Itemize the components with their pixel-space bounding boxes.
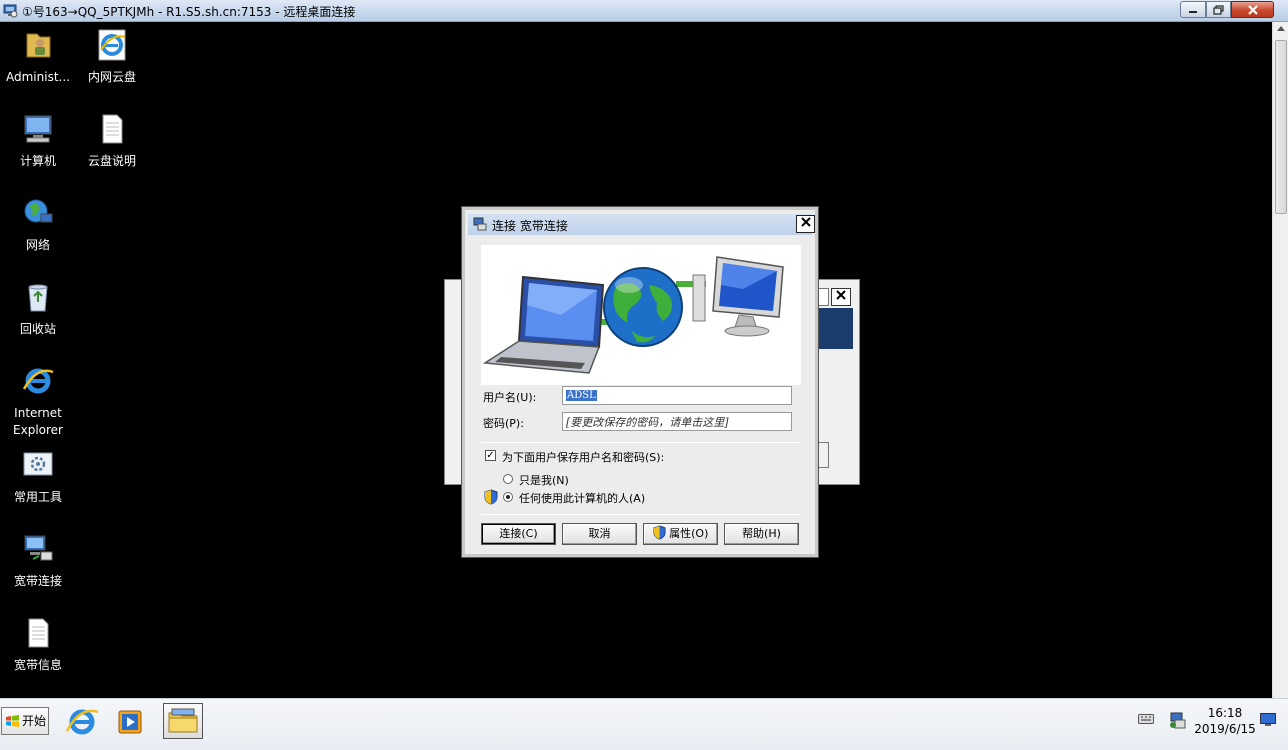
laptop-globe-computer-illustration bbox=[482, 256, 784, 374]
divider bbox=[481, 514, 801, 515]
text-file-icon bbox=[102, 114, 123, 144]
broadband-connection-icon bbox=[24, 535, 53, 561]
laptop-icon bbox=[482, 275, 605, 374]
uac-shield-icon bbox=[653, 525, 666, 540]
desktop-icon-broadband-connection[interactable]: 宽带连接 bbox=[0, 532, 76, 590]
radio-anyone-label: 任何使用此计算机的人(A) bbox=[519, 492, 646, 505]
username-input[interactable]: ADSL bbox=[562, 386, 792, 405]
desktop-icon-broadband-info[interactable]: 宽带信息 bbox=[0, 616, 76, 674]
dialog-title: 连接 宽带连接 bbox=[492, 219, 568, 233]
ie-shortcut-icon bbox=[98, 29, 126, 61]
tools-icon bbox=[23, 452, 53, 476]
taskbar-internet-explorer[interactable] bbox=[62, 703, 102, 739]
scroll-up-arrow-icon[interactable] bbox=[1277, 26, 1285, 31]
window-title: ①号163→QQ_5PTKJMh - R1.S5.sh.cn:7153 - 远程… bbox=[22, 5, 356, 19]
password-label: 密码(P): bbox=[483, 417, 524, 430]
clock-time: 16:18 bbox=[1207, 706, 1243, 720]
restore-icon bbox=[1212, 4, 1224, 15]
media-player-icon bbox=[118, 710, 142, 734]
save-credentials-label: 为下面用户保存用户名和密码(S): bbox=[502, 451, 665, 464]
connect-broadband-dialog: 连接 宽带连接 用户名(U): ADSL 密码(P): [要更改保存的密码，请单… bbox=[461, 206, 819, 558]
remote-desktop-screen: ①号163→QQ_5PTKJMh - R1.S5.sh.cn:7153 - 远程… bbox=[0, 0, 1288, 750]
rdp-window-titlebar[interactable]: ①号163→QQ_5PTKJMh - R1.S5.sh.cn:7153 - 远程… bbox=[0, 0, 1288, 22]
user-folder-icon bbox=[26, 33, 51, 58]
start-button[interactable]: 开始 bbox=[1, 707, 49, 735]
properties-button[interactable]: 属性(O) bbox=[643, 523, 718, 545]
desktop-computer-icon bbox=[692, 256, 784, 337]
desktop-icon-common-tools[interactable]: 常用工具 bbox=[0, 448, 76, 506]
taskbar-file-explorer[interactable] bbox=[163, 703, 203, 739]
help-button[interactable]: 帮助(H) bbox=[724, 523, 799, 545]
background-dialog-banner bbox=[815, 308, 853, 349]
connect-button[interactable]: 连接(C) bbox=[481, 523, 556, 545]
username-value: ADSL bbox=[566, 390, 597, 401]
minimize-icon bbox=[1189, 10, 1197, 13]
close-icon bbox=[836, 290, 846, 300]
keyboard-icon[interactable] bbox=[1138, 713, 1154, 725]
desktop-icon-administrator[interactable]: Administ... bbox=[0, 28, 76, 86]
uac-shield-icon bbox=[484, 489, 498, 505]
cancel-button[interactable]: 取消 bbox=[562, 523, 637, 545]
monitor-icon[interactable] bbox=[1260, 713, 1276, 727]
text-file-icon bbox=[28, 618, 49, 648]
taskbar-media-player[interactable] bbox=[110, 703, 150, 739]
vertical-scrollbar[interactable] bbox=[1272, 22, 1288, 698]
globe-icon bbox=[603, 267, 683, 347]
minimize-button[interactable] bbox=[1180, 1, 1206, 18]
close-button[interactable] bbox=[1231, 1, 1274, 18]
desktop-icon-internet-explorer[interactable]: Internet Explorer bbox=[0, 364, 76, 439]
dialog-titlebar[interactable]: 连接 宽带连接 bbox=[468, 214, 815, 235]
maximize-button[interactable] bbox=[1206, 1, 1231, 18]
desktop-icon-cloud-readme[interactable]: 云盘说明 bbox=[74, 112, 150, 170]
desktop-icon-network[interactable]: 网络 bbox=[0, 196, 76, 254]
close-icon bbox=[800, 217, 811, 227]
radio-anyone[interactable] bbox=[503, 492, 513, 502]
network-globe-icon bbox=[24, 199, 53, 223]
clock-date: 2019/6/15 bbox=[1194, 722, 1256, 736]
desktop-icon-computer[interactable]: 计算机 bbox=[0, 112, 76, 170]
username-label: 用户名(U): bbox=[483, 391, 537, 404]
internet-explorer-icon bbox=[22, 368, 54, 394]
divider bbox=[481, 442, 801, 443]
close-icon bbox=[1247, 4, 1258, 15]
network-tray-icon[interactable] bbox=[1169, 711, 1187, 729]
password-input[interactable]: [要更改保存的密码，请单击这里] bbox=[562, 412, 792, 431]
scrollbar-thumb[interactable] bbox=[1275, 40, 1287, 214]
recycle-bin-icon bbox=[28, 284, 48, 312]
radio-only-me-label: 只是我(N) bbox=[519, 474, 569, 487]
start-label: 开始 bbox=[22, 714, 47, 728]
remote-desktop-icon bbox=[3, 4, 18, 18]
properties-button-label: 属性(O) bbox=[669, 527, 709, 540]
network-connection-icon bbox=[473, 217, 487, 231]
save-credentials-checkbox[interactable]: ✓ bbox=[485, 450, 496, 461]
system-clock[interactable]: 16:18 2019/6/15 bbox=[1192, 705, 1258, 737]
dialog-close-button[interactable] bbox=[796, 215, 815, 233]
taskbar: 开始 16:18 2019/6/15 bbox=[0, 698, 1288, 750]
background-dialog-close-button[interactable] bbox=[831, 288, 851, 306]
folder-icon bbox=[168, 708, 198, 733]
computer-icon bbox=[24, 115, 52, 143]
desktop-icon-recycle-bin[interactable]: 回收站 bbox=[0, 280, 76, 338]
desktop-icon-intranet-cloud[interactable]: 内网云盘 bbox=[74, 28, 150, 86]
dialog-banner-image bbox=[481, 245, 801, 385]
internet-explorer-icon bbox=[65, 709, 99, 735]
windows-logo-icon bbox=[6, 715, 19, 727]
radio-only-me[interactable] bbox=[503, 474, 513, 484]
